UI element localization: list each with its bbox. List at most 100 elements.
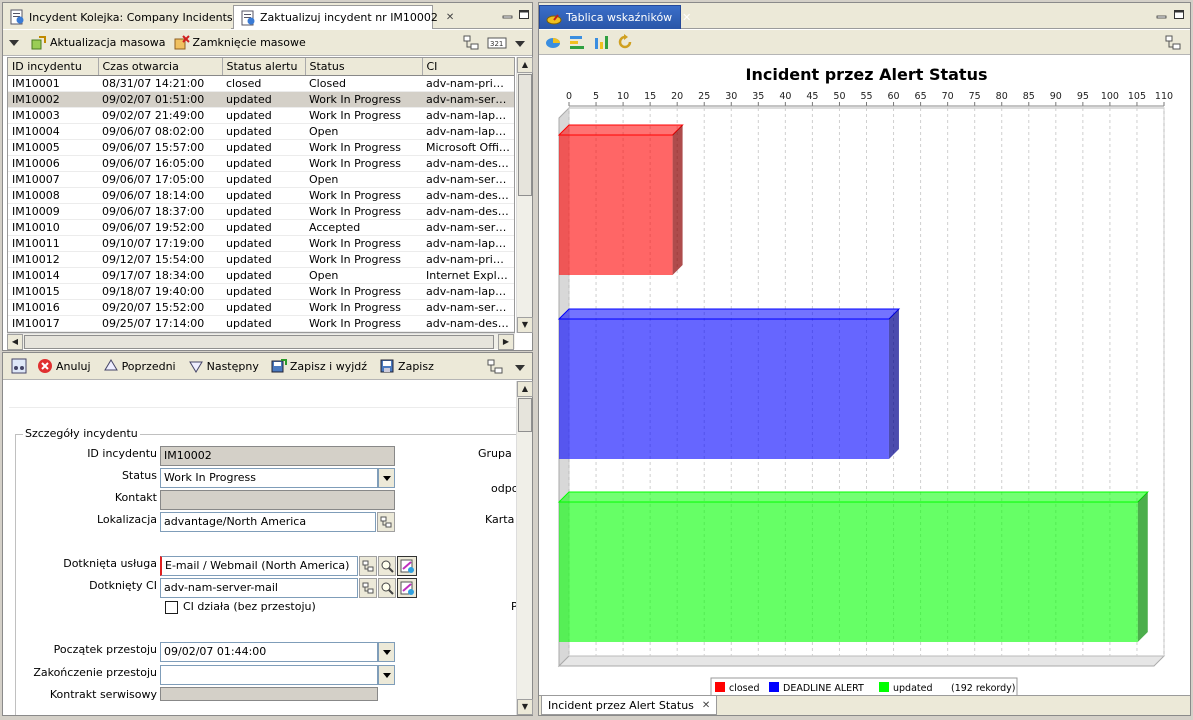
table-row[interactable]: IM10001 08/31/07 14:21:00 closed Closed adv-… bbox=[8, 75, 514, 92]
table-cell: Work In Progress bbox=[305, 107, 422, 124]
mass-update-button[interactable]: Aktualizacja masowa bbox=[27, 32, 170, 54]
table-row[interactable]: IM10015 09/18/07 19:40:00 updated Work In P… bbox=[8, 283, 514, 300]
service-lookup-button[interactable] bbox=[359, 556, 377, 576]
list-horizontal-scrollbar[interactable]: ◀ ▶ bbox=[7, 333, 515, 350]
scroll-down-button[interactable]: ▼ bbox=[517, 317, 533, 333]
view-options-icon[interactable] bbox=[1165, 35, 1181, 51]
status-dropdown-button[interactable] bbox=[378, 468, 395, 488]
table-row[interactable]: IM10017 09/25/07 17:14:00 updated Work In P… bbox=[8, 315, 514, 332]
scroll-right-button[interactable]: ▶ bbox=[498, 334, 514, 350]
scroll-thumb[interactable] bbox=[518, 398, 532, 432]
scroll-left-button[interactable]: ◀ bbox=[7, 334, 23, 350]
outage-end-field[interactable] bbox=[160, 665, 378, 685]
view-menu-icon[interactable] bbox=[515, 41, 525, 47]
previous-button[interactable]: Poprzedni bbox=[99, 355, 180, 377]
x-tick-label: 40 bbox=[779, 91, 791, 102]
tab-chart-view[interactable]: Incident przez Alert Status ✕ bbox=[541, 696, 718, 715]
card-label-cut: Karta z bbox=[485, 513, 516, 526]
vertical-bar-chart-icon[interactable] bbox=[593, 34, 609, 50]
table-cell: 09/06/07 17:05:00 bbox=[98, 171, 222, 188]
pie-chart-icon[interactable] bbox=[545, 34, 561, 50]
column-header[interactable]: Czas otwarcia bbox=[98, 58, 223, 76]
table-header-row: ID incydentu Czas otwarcia Status alertu St… bbox=[8, 58, 514, 76]
column-header[interactable]: ID incydentu bbox=[8, 58, 99, 76]
scroll-thumb[interactable] bbox=[518, 74, 532, 196]
table-row[interactable]: IM10002 09/02/07 01:51:00 updated Work In P… bbox=[8, 91, 514, 108]
table-row[interactable]: IM10006 09/06/07 16:05:00 updated Work In P… bbox=[8, 155, 514, 172]
table-row[interactable]: IM10016 09/20/07 15:52:00 updated Work In P… bbox=[8, 299, 514, 316]
status-select[interactable]: Work In Progress bbox=[160, 468, 378, 488]
horizontal-bar-chart-icon[interactable] bbox=[569, 34, 585, 50]
table-row[interactable]: IM10003 09/02/07 21:49:00 updated Work In P… bbox=[8, 107, 514, 124]
outage-end-label: Zakończenie przestoju bbox=[33, 666, 157, 679]
outage-end-dropdown-button[interactable] bbox=[378, 665, 395, 685]
list-toolbar: Aktualizacja masowa Zamknięcie masowe 32… bbox=[3, 30, 532, 56]
maximize-icon[interactable] bbox=[518, 9, 530, 20]
tab-incident-queue[interactable]: Incydent Kolejka: Company Incidents bbox=[3, 5, 233, 29]
column-header[interactable]: Status alertu bbox=[222, 58, 306, 76]
column-header[interactable]: CI bbox=[422, 58, 514, 76]
table-cell: 09/06/07 16:05:00 bbox=[98, 155, 222, 172]
tab-update-incident[interactable]: Zaktualizuj incydent nr IM10002 ✕ bbox=[233, 5, 454, 29]
table-cell: Open bbox=[305, 267, 422, 284]
alert-status-chart: Incident przez Alert Status 0 5 10 15 20 25 30 3… bbox=[557, 65, 1173, 696]
view-options-icon[interactable] bbox=[487, 359, 503, 375]
maximize-icon[interactable] bbox=[1173, 9, 1185, 20]
table-row[interactable]: IM10011 09/10/07 17:19:00 updated Work In P… bbox=[8, 235, 514, 252]
scroll-up-button[interactable]: ▲ bbox=[517, 381, 533, 397]
close-icon[interactable]: ✕ bbox=[446, 12, 454, 23]
menu-dropdown-icon[interactable] bbox=[9, 39, 19, 46]
ci-field[interactable]: adv-nam-server-mail bbox=[160, 578, 358, 598]
mass-close-button[interactable]: Zamknięcie masowe bbox=[170, 32, 310, 54]
ci-link-button[interactable] bbox=[397, 578, 417, 598]
table-cell: IM10015 bbox=[8, 283, 98, 300]
save-and-exit-button[interactable]: Zapisz i wyjdź bbox=[267, 355, 371, 377]
close-icon[interactable]: ✕ bbox=[702, 700, 710, 711]
list-vertical-scrollbar[interactable]: ▲ ▼ bbox=[516, 57, 533, 333]
view-options-icon[interactable] bbox=[463, 35, 479, 51]
form-vertical-scrollbar[interactable]: ▲ ▼ bbox=[516, 381, 533, 715]
hscroll-thumb[interactable] bbox=[24, 335, 494, 349]
cancel-button[interactable]: Anuluj bbox=[33, 355, 95, 377]
table-cell: IM10001 bbox=[8, 75, 98, 92]
scroll-up-button[interactable]: ▲ bbox=[517, 57, 533, 73]
next-button[interactable]: Następny bbox=[184, 355, 263, 377]
table-cell: updated bbox=[222, 123, 305, 140]
scroll-down-button[interactable]: ▼ bbox=[517, 699, 533, 715]
outage-start-field[interactable]: 09/02/07 01:44:00 bbox=[160, 642, 378, 662]
table-row[interactable]: IM10010 09/06/07 19:52:00 updated Accepted a… bbox=[8, 219, 514, 236]
outage-start-dropdown-button[interactable] bbox=[378, 642, 395, 662]
minimize-icon[interactable] bbox=[1156, 9, 1168, 20]
service-link-button[interactable] bbox=[397, 556, 417, 576]
ci-lookup-button[interactable] bbox=[359, 578, 377, 598]
service-field[interactable]: E-mail / Webmail (North America) bbox=[160, 556, 358, 576]
view-menu-icon[interactable] bbox=[515, 365, 525, 371]
save-button[interactable]: Zapisz bbox=[375, 355, 438, 377]
table-cell: updated bbox=[222, 171, 305, 188]
save-icon bbox=[380, 359, 394, 373]
table-row[interactable]: IM10007 09/06/07 17:05:00 updated Open adv-n… bbox=[8, 171, 514, 188]
location-field[interactable]: advantage/North America bbox=[160, 512, 376, 532]
tab-dashboard[interactable]: Tablica wskaźników ✕ bbox=[539, 5, 691, 29]
table-cell: updated bbox=[222, 235, 305, 252]
ci-works-checkbox[interactable] bbox=[165, 601, 178, 614]
detail-view-icon[interactable] bbox=[11, 358, 27, 374]
minimize-icon[interactable] bbox=[502, 9, 514, 20]
table-row[interactable]: IM10012 09/12/07 15:54:00 updated Work In P… bbox=[8, 251, 514, 268]
export-icon[interactable]: 321 bbox=[487, 35, 507, 51]
table-row[interactable]: IM10008 09/06/07 18:14:00 updated Work In P… bbox=[8, 187, 514, 204]
close-icon[interactable]: ✕ bbox=[682, 11, 691, 24]
table-row[interactable]: IM10014 09/17/07 18:34:00 updated Open Inter… bbox=[8, 267, 514, 284]
ci-search-button[interactable] bbox=[378, 578, 396, 598]
id-label: ID incydentu bbox=[87, 447, 157, 460]
table-row[interactable]: IM10004 09/06/07 08:02:00 updated Open adv-n… bbox=[8, 123, 514, 140]
service-search-button[interactable] bbox=[378, 556, 396, 576]
table-cell: Closed bbox=[305, 75, 422, 92]
location-lookup-button[interactable] bbox=[377, 512, 395, 532]
table-row[interactable]: IM10009 09/06/07 18:37:00 updated Work In P… bbox=[8, 203, 514, 220]
table-row[interactable]: IM10005 09/06/07 15:57:00 updated Work In P… bbox=[8, 139, 514, 156]
refresh-icon[interactable] bbox=[617, 34, 633, 50]
table-cell: Microsoft Offic... bbox=[422, 139, 514, 156]
column-header[interactable]: Status bbox=[305, 58, 423, 76]
table-cell: Open bbox=[305, 123, 422, 140]
